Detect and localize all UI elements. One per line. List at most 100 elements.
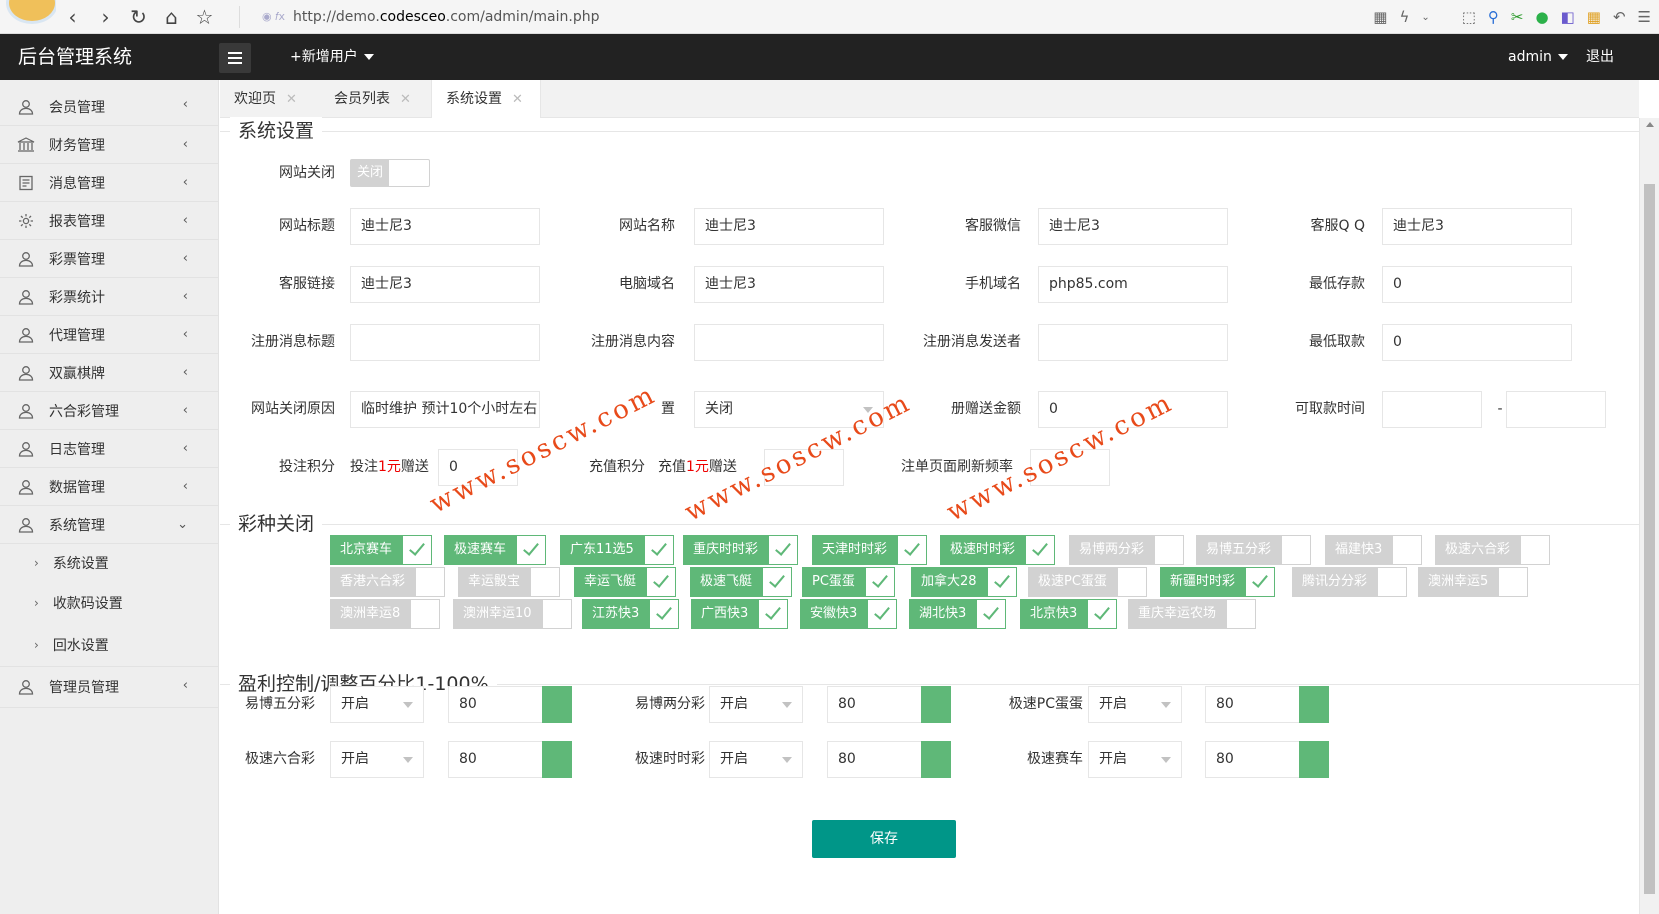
withdraw-time-to-input[interactable]	[1506, 391, 1606, 428]
scroll-thumb[interactable]	[1644, 184, 1655, 894]
sidebar-item[interactable]: 系统管理 ⌄	[0, 506, 218, 544]
forward-icon[interactable]: ›	[89, 0, 122, 34]
lottery-checkbox[interactable]: 易博五分彩	[1196, 535, 1312, 565]
profit-apply-button[interactable]	[542, 686, 572, 723]
menu-icon[interactable]: ☰	[1638, 8, 1651, 26]
bookmark-star-icon[interactable]: ☆	[188, 0, 221, 34]
sidebar-subitem[interactable]: › 回水设置	[0, 624, 218, 666]
sidebar-subitem[interactable]: › 系统设置	[0, 544, 218, 582]
lottery-checkbox[interactable]: 北京赛车	[330, 535, 433, 565]
lottery-checkbox[interactable]: 幸运骰宝	[458, 567, 561, 597]
scrollbar[interactable]	[1639, 118, 1659, 914]
add-user-menu[interactable]: +新增用户	[290, 34, 374, 80]
sidebar-item-admin-management[interactable]: 管理员管理 ‹	[0, 666, 218, 708]
recharge-points-input[interactable]	[764, 449, 844, 486]
undo-icon[interactable]: ↶	[1613, 8, 1626, 26]
lottery-checkbox[interactable]: 湖北快3	[909, 599, 1007, 629]
profit-apply-button[interactable]	[1299, 686, 1329, 723]
lottery-checkbox[interactable]: 江苏快3	[582, 599, 680, 629]
cs-qq-input[interactable]: 迪士尼3	[1382, 208, 1572, 245]
home-icon[interactable]: ⌂	[155, 0, 188, 34]
pc-domain-input[interactable]: 迪士尼3	[694, 266, 884, 303]
profit-percent-input[interactable]: 80	[448, 741, 544, 778]
lottery-checkbox[interactable]: 澳洲幸运10	[453, 599, 572, 629]
admin-menu[interactable]: admin	[1508, 34, 1568, 80]
lottery-checkbox[interactable]: 极速时时彩	[940, 535, 1056, 565]
lottery-checkbox[interactable]: 加拿大28	[911, 567, 1017, 597]
sidebar-subitem[interactable]: › 收款码设置	[0, 582, 218, 624]
site-title-input[interactable]: 迪士尼3	[350, 208, 540, 245]
tab-member-list[interactable]: 会员列表 ✕	[320, 80, 432, 118]
site-name-input[interactable]: 迪士尼3	[694, 208, 884, 245]
lottery-checkbox[interactable]: 极速六合彩	[1435, 535, 1551, 565]
translate-icon[interactable]: ●	[1536, 8, 1549, 26]
gift-amount-input[interactable]: 0	[1038, 391, 1228, 428]
lottery-checkbox[interactable]: 广东11选5	[560, 535, 674, 565]
reg-msg-title-input[interactable]	[350, 324, 540, 361]
withdraw-time-from-input[interactable]	[1382, 391, 1482, 428]
lottery-checkbox[interactable]: 幸运飞艇	[574, 567, 677, 597]
profit-status-select[interactable]: 开启	[330, 741, 424, 778]
scissors-icon[interactable]: ✂	[1511, 8, 1524, 26]
profit-status-select[interactable]: 开启	[330, 686, 424, 723]
profit-percent-input[interactable]: 80	[827, 686, 923, 723]
lottery-checkbox[interactable]: 新疆时时彩	[1160, 567, 1276, 597]
lottery-checkbox[interactable]: 腾讯分分彩	[1292, 567, 1408, 597]
cs-link-input[interactable]: 迪士尼3	[350, 266, 540, 303]
close-reason-input[interactable]: 临时维护 预计10个小时左右	[350, 391, 540, 428]
sidebar-item[interactable]: 日志管理 ‹	[0, 430, 218, 468]
site-close-toggle[interactable]: 关闭	[350, 159, 430, 187]
mobile-domain-input[interactable]: php85.com	[1038, 266, 1228, 303]
profit-apply-button[interactable]	[1299, 741, 1329, 778]
profit-percent-input[interactable]: 80	[1205, 741, 1301, 778]
logout-link[interactable]: 退出	[1586, 34, 1614, 80]
extension-icon[interactable]: ◧	[1561, 8, 1575, 26]
close-icon[interactable]: ✕	[400, 92, 411, 107]
search-icon[interactable]: ⚲	[1488, 8, 1499, 26]
sidebar-item[interactable]: 财务管理 ‹	[0, 126, 218, 164]
scroll-up-icon[interactable]	[1646, 122, 1654, 127]
sidebar-item[interactable]: 彩票管理 ‹	[0, 240, 218, 278]
min-withdraw-input[interactable]: 0	[1382, 324, 1572, 361]
lottery-checkbox[interactable]: 香港六合彩	[330, 567, 446, 597]
profit-apply-button[interactable]	[542, 741, 572, 778]
lottery-checkbox[interactable]: 广西快3	[691, 599, 789, 629]
sidebar-item[interactable]: 报表管理 ‹	[0, 202, 218, 240]
profit-apply-button[interactable]	[921, 741, 951, 778]
lottery-checkbox[interactable]: 澳洲幸运5	[1418, 567, 1529, 597]
lottery-checkbox[interactable]: 极速飞艇	[690, 567, 793, 597]
sidebar-item[interactable]: 会员管理 ‹	[0, 80, 218, 126]
reload-icon[interactable]: ↻	[122, 0, 155, 34]
bet-points-input[interactable]: 0	[438, 449, 518, 486]
reg-setting-select[interactable]: 关闭	[694, 391, 884, 428]
profit-status-select[interactable]: 开启	[709, 741, 803, 778]
dropdown-icon[interactable]: ⌄	[1421, 12, 1429, 23]
lottery-checkbox[interactable]: PC蛋蛋	[802, 567, 895, 597]
reg-msg-sender-input[interactable]	[1038, 324, 1228, 361]
bolt-icon[interactable]: ϟ	[1399, 8, 1409, 26]
lottery-checkbox[interactable]: 福建快3	[1325, 535, 1423, 565]
reg-msg-content-input[interactable]	[694, 324, 884, 361]
lottery-checkbox[interactable]: 北京快3	[1020, 599, 1118, 629]
tab-welcome[interactable]: 欢迎页 ✕	[220, 80, 320, 118]
sidebar-item[interactable]: 消息管理 ‹	[0, 164, 218, 202]
sidebar-item[interactable]: 数据管理 ‹	[0, 468, 218, 506]
profit-status-select[interactable]: 开启	[1088, 741, 1182, 778]
sidebar-item[interactable]: 代理管理 ‹	[0, 316, 218, 354]
back-icon[interactable]: ‹	[56, 0, 89, 34]
close-icon[interactable]: ✕	[286, 92, 297, 107]
profit-apply-button[interactable]	[921, 686, 951, 723]
qr-icon[interactable]: ▦	[1373, 8, 1387, 26]
profit-status-select[interactable]: 开启	[1088, 686, 1182, 723]
lottery-checkbox[interactable]: 极速PC蛋蛋	[1028, 567, 1147, 597]
sidebar-toggle-button[interactable]	[219, 43, 251, 73]
profit-percent-input[interactable]: 80	[827, 741, 923, 778]
save-button[interactable]: 保存	[812, 820, 956, 858]
close-icon[interactable]: ✕	[512, 92, 523, 107]
screenshot-icon[interactable]: ⬚	[1462, 8, 1476, 26]
sidebar-item[interactable]: 双赢棋牌 ‹	[0, 354, 218, 392]
lottery-checkbox[interactable]: 极速赛车	[444, 535, 547, 565]
profit-percent-input[interactable]: 80	[1205, 686, 1301, 723]
min-deposit-input[interactable]: 0	[1382, 266, 1572, 303]
profit-status-select[interactable]: 开启	[709, 686, 803, 723]
